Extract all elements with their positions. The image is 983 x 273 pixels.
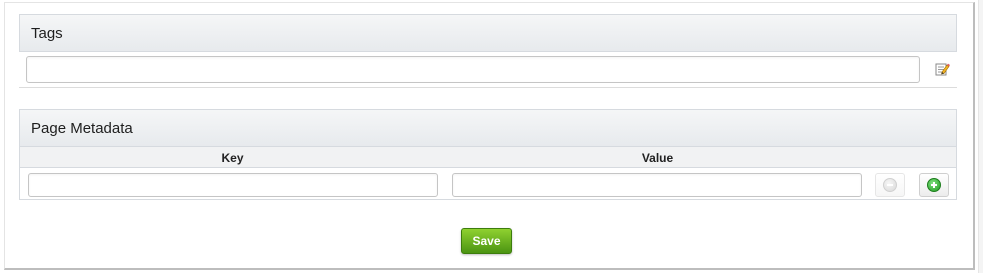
- metadata-column-headers: Key Value: [19, 147, 957, 168]
- add-row-button[interactable]: [919, 173, 949, 197]
- metadata-value-input[interactable]: [452, 173, 862, 197]
- tags-body: [19, 52, 957, 88]
- metadata-row: [19, 168, 957, 200]
- scrollbar-track[interactable]: [978, 0, 983, 273]
- metadata-header: Page Metadata: [19, 109, 957, 147]
- column-header-value: Value: [641, 151, 674, 165]
- tags-input[interactable]: [26, 56, 920, 83]
- plus-circle-icon: [927, 178, 941, 192]
- metadata-key-input[interactable]: [28, 173, 438, 197]
- minus-circle-icon: [883, 178, 897, 192]
- column-header-key: Key: [221, 151, 244, 165]
- tags-header: Tags: [19, 14, 957, 52]
- remove-row-button[interactable]: [875, 173, 905, 197]
- page-metadata-section: Page Metadata Key Value: [19, 109, 957, 200]
- save-button[interactable]: Save: [461, 228, 512, 254]
- tags-section: Tags: [19, 14, 957, 88]
- edit-note-icon[interactable]: [934, 61, 950, 77]
